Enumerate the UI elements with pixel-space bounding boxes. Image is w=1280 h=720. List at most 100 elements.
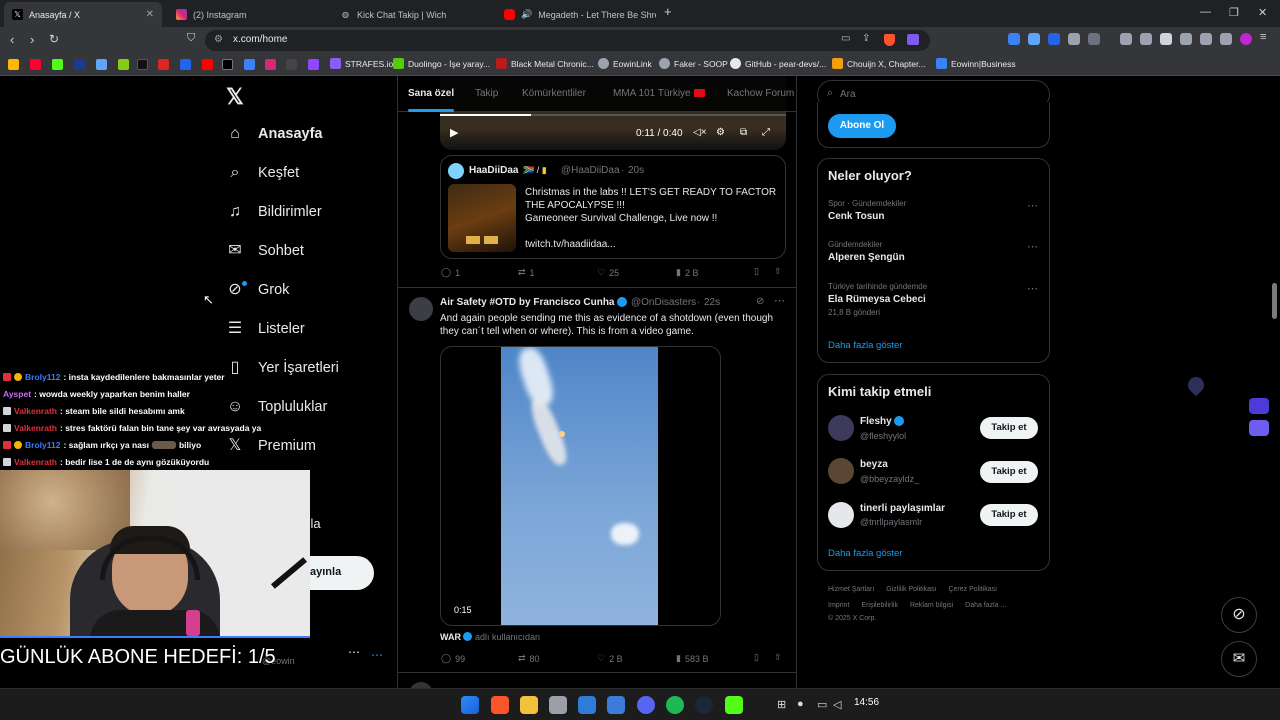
search-placeholder[interactable]: Ara <box>840 89 856 100</box>
nav-premium[interactable]: 𝕏 Premium <box>226 437 316 455</box>
download-icon[interactable] <box>1120 33 1132 45</box>
reply-button[interactable]: ◯ 1 <box>441 267 460 278</box>
bookmark-eowinlink[interactable]: EowinLink <box>598 58 652 69</box>
spotify-icon[interactable] <box>666 696 684 714</box>
photos-icon[interactable] <box>578 696 596 714</box>
follow-name[interactable]: Fleshy <box>860 416 892 427</box>
post-video[interactable]: 0:15 <box>440 346 721 626</box>
avatar[interactable] <box>828 458 854 484</box>
network-icon[interactable]: ▭ <box>817 698 827 711</box>
wallet-icon[interactable] <box>1180 33 1192 45</box>
more-icon[interactable]: ⋯ <box>371 648 383 662</box>
site-info-icon[interactable]: ⚙ <box>214 34 223 45</box>
avatar[interactable] <box>828 415 854 441</box>
speaker-icon[interactable]: 🔊 <box>521 9 532 20</box>
avatar[interactable] <box>828 502 854 528</box>
bookmark-black-metal[interactable]: Black Metal Chronic... <box>496 58 594 69</box>
video-progress-track[interactable] <box>440 114 786 116</box>
kick-icon[interactable] <box>52 59 63 70</box>
tab-kick-chat[interactable]: ◍ Kick Chat Takip | Wich <box>332 2 490 27</box>
tiktok-icon[interactable] <box>137 59 148 70</box>
grok-float-icon[interactable]: ⊘ <box>1221 597 1257 633</box>
tab-kachow-forum[interactable]: Kachow Forum <box>727 88 794 99</box>
footer-link[interactable]: Çerez Politikası <box>948 586 997 593</box>
share-button[interactable]: ⇧ <box>774 652 782 663</box>
tab-x-home[interactable]: 𝕏 Anasayfa / X ✕ <box>4 2 162 27</box>
footer-link[interactable]: Imprint <box>828 602 849 609</box>
like-button[interactable]: ♡ 2 B <box>597 653 623 664</box>
follow-name[interactable]: tinerli paylaşımlar <box>860 503 945 514</box>
profile-icon[interactable] <box>1240 33 1252 45</box>
close-icon[interactable]: ✕ <box>146 9 154 20</box>
extension-icon[interactable] <box>1048 33 1060 45</box>
youtube-icon[interactable] <box>202 59 213 70</box>
fullscreen-icon[interactable]: ⤢ <box>762 127 770 138</box>
settings-icon[interactable]: ⚙ <box>716 127 725 138</box>
messages-float-icon[interactable]: ✉ <box>1221 641 1257 677</box>
x-logo-icon[interactable]: 𝕏 <box>226 84 244 110</box>
nav-notifications[interactable]: ♫ Bildirimler <box>226 203 322 221</box>
extension-side-icon[interactable] <box>1249 420 1269 436</box>
pip-icon[interactable]: ⧉ <box>740 127 747 138</box>
extension-icon[interactable] <box>1028 33 1040 45</box>
twitch-icon[interactable] <box>308 59 319 70</box>
share-button[interactable]: ⇧ <box>774 266 782 277</box>
brave-shield-icon[interactable] <box>884 34 895 46</box>
tab-komurkentliler[interactable]: Kömürkentliler <box>522 88 586 99</box>
folder-icon[interactable] <box>520 696 538 714</box>
more-icon[interactable]: ⋯ <box>348 645 360 659</box>
steam-icon[interactable] <box>695 696 713 714</box>
repost-button[interactable]: ⇄ 80 <box>518 653 540 664</box>
tab-mma-101[interactable]: MMA 101 Türkiye <box>613 88 691 99</box>
views-button[interactable]: ▮ 2 B <box>676 267 698 278</box>
avatar[interactable] <box>409 297 433 321</box>
history-icon[interactable] <box>1140 33 1152 45</box>
bookmark-favicon-icon[interactable] <box>286 59 297 70</box>
extension-icon[interactable] <box>1008 33 1020 45</box>
bookmark-duolingo[interactable]: Duolingo - İşe yaray... <box>393 58 490 69</box>
follow-button[interactable]: Takip et <box>980 504 1038 526</box>
footer-link[interactable]: Gizlilik Politikası <box>886 586 936 593</box>
tab-following[interactable]: Takip <box>475 88 498 99</box>
url-text[interactable]: x.com/home <box>233 34 287 45</box>
footer-link[interactable]: Hizmet Şartları <box>828 586 874 593</box>
follow-button[interactable]: Takip et <box>980 417 1038 439</box>
mute-icon[interactable]: ◁× <box>693 127 707 138</box>
nav-home[interactable]: ⌂ Anasayfa <box>226 125 322 143</box>
bookmark-favicon-icon[interactable] <box>8 59 19 70</box>
bookmark-faker[interactable]: Faker - SOOP <box>659 58 728 69</box>
repost-button[interactable]: ⇄ 1 <box>518 267 535 278</box>
tab-instagram[interactable]: (2) Instagram <box>168 2 326 27</box>
bookmark-chouijn[interactable]: Chouijn X, Chapter... <box>832 58 925 69</box>
close-window-icon[interactable]: ✕ <box>1258 6 1267 19</box>
trend-item[interactable]: Spor · Gündemdekiler Cenk Tosun <box>828 199 906 222</box>
windows-start-icon[interactable] <box>461 696 479 714</box>
brave-rewards-icon[interactable] <box>907 34 919 45</box>
play-icon[interactable]: ▶ <box>450 126 458 139</box>
reload-icon[interactable]: ↻ <box>49 32 59 46</box>
minimize-icon[interactable]: — <box>1200 6 1211 18</box>
page-scrollbar[interactable] <box>1272 283 1277 319</box>
tab-megadeth[interactable]: 🔊 Megadeth - Let There Be Shred ( <box>496 2 656 27</box>
omnibox[interactable]: ⚙ x.com/home ▭ ⇪ <box>205 30 930 51</box>
leo-icon[interactable] <box>1200 33 1212 45</box>
brave-icon[interactable] <box>491 696 509 714</box>
follow-name[interactable]: beyza <box>860 459 888 470</box>
footer-link[interactable]: Reklam bilgisi <box>910 602 953 609</box>
reply-button[interactable]: ◯ 99 <box>441 653 465 664</box>
nav-lists[interactable]: ☰ Listeler <box>226 320 305 338</box>
bookmark-favicon-icon[interactable] <box>96 59 107 70</box>
bookmark-page-icon[interactable]: ⛉ <box>187 32 195 45</box>
nav-bookmarks[interactable]: ▯ Yer İşaretleri <box>226 359 339 377</box>
extension-side-icon[interactable] <box>1249 398 1269 414</box>
discord-icon[interactable] <box>637 696 655 714</box>
instagram-icon[interactable] <box>265 59 276 70</box>
bookmark-favicon-icon[interactable] <box>74 59 85 70</box>
new-tab-icon[interactable]: + <box>664 4 672 19</box>
restore-icon[interactable]: ❐ <box>1229 6 1239 19</box>
bookmark-eowinn-business[interactable]: Eowinn|Business <box>936 58 1016 69</box>
forward-icon[interactable]: › <box>30 32 34 47</box>
bookmark-favicon-icon[interactable] <box>118 59 129 70</box>
trend-item[interactable]: Gündemdekiler Alperen Şengün <box>828 240 905 263</box>
more-icon[interactable]: ⋯ <box>1027 282 1038 295</box>
